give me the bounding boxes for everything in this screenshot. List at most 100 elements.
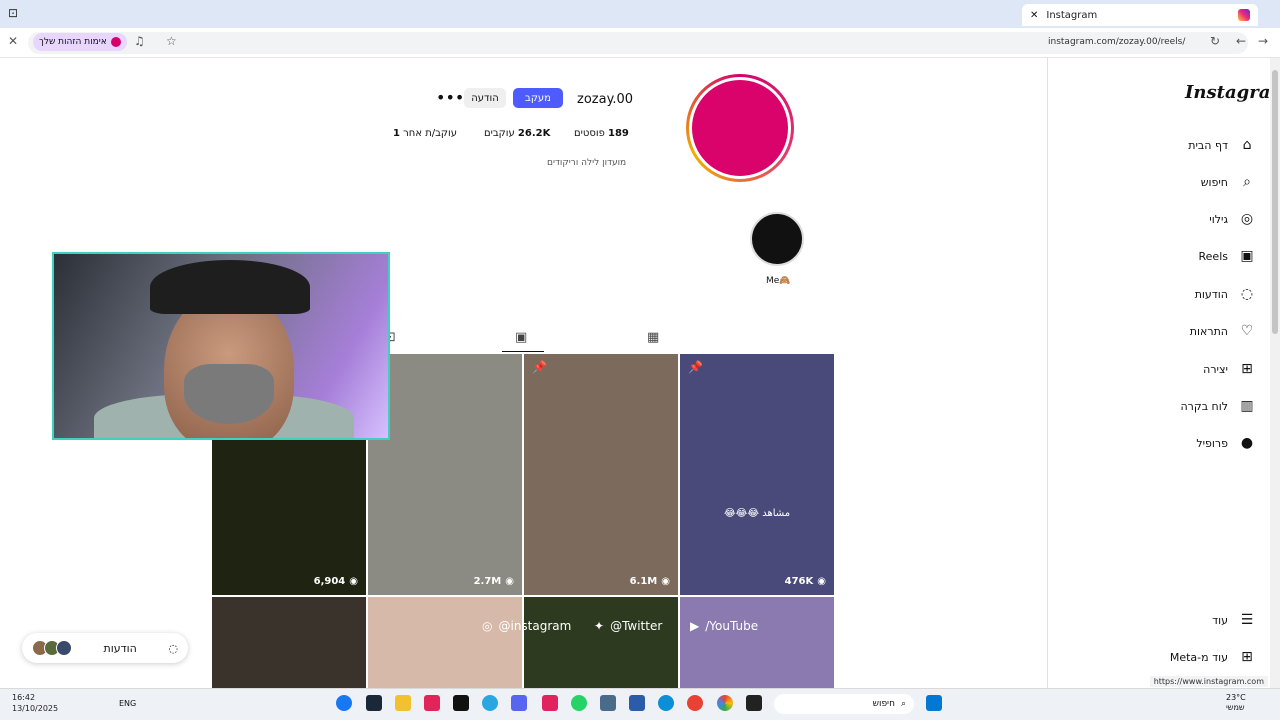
sidebar-item-7[interactable]: ▥ לוח בקרה — [1181, 397, 1257, 415]
forward-icon[interactable]: ← — [1236, 34, 1246, 48]
sidebar-item-label: Reels — [1198, 249, 1228, 263]
sidebar-item-4[interactable]: ◌ הודעות — [1195, 285, 1256, 303]
follow-button[interactable]: מעקב — [513, 88, 563, 108]
reel-tile[interactable] — [680, 597, 834, 688]
sidebar-icon: ⌕ — [1243, 174, 1251, 190]
sidebar-more[interactable]: ☰ עוד — [1212, 611, 1256, 629]
playlist-icon[interactable]: ♫ — [134, 34, 145, 48]
profile-bio: מועדון לילה וריקודים — [547, 158, 627, 168]
sidebar-icon: ◌ — [1240, 286, 1254, 302]
tiktok-studio-icon[interactable] — [424, 695, 440, 711]
profile-username: zozay.00 — [577, 92, 634, 107]
browser-tab-bar: ⊡ + ✕ Instagram — [0, 0, 1280, 28]
window-menu-icon[interactable]: ⊡ — [8, 6, 18, 20]
pin-icon: 📌 — [532, 360, 547, 374]
followers-stat[interactable]: 26.2K עוקבים — [484, 128, 550, 139]
webcam-overlay — [52, 252, 390, 440]
messenger-icon: ◌ — [168, 641, 178, 655]
sidebar-meta[interactable]: ⊞ עוד מ-Meta — [1170, 648, 1256, 666]
sidebar-item-8[interactable]: ● פרופיל — [1196, 434, 1256, 452]
apps-icon: ⊞ — [1241, 649, 1253, 665]
back-icon[interactable]: → — [1258, 34, 1268, 48]
clock-date: 13/10/2025 — [12, 704, 59, 713]
temperature: 23°C — [1226, 693, 1246, 702]
verify-label: אימות הזהות שלך — [39, 37, 107, 47]
url-text[interactable]: instagram.com/zozay.00/reels/ — [1048, 37, 1185, 47]
message-button[interactable]: הודעה — [464, 88, 506, 108]
sidebar-item-5[interactable]: ♡ התראות — [1190, 322, 1256, 340]
address-bar-row: ✕ instagram.com/zozay.00/reels/ ↻ ← → ⋮ … — [0, 28, 1280, 58]
sidebar-item-6[interactable]: ⊞ יצירה — [1203, 360, 1256, 378]
search-placeholder: חיפוש — [872, 699, 895, 709]
tab-title: Instagram — [1046, 9, 1098, 21]
store-icon[interactable] — [629, 695, 645, 711]
sidebar-item-2[interactable]: ◎ גילוי — [1209, 210, 1256, 228]
language-indicator[interactable]: ENG — [119, 699, 136, 708]
taskbar-search[interactable]: חיפוש ⌕ — [774, 694, 914, 714]
star-icon[interactable]: ☆ — [166, 34, 177, 48]
sidebar-item-label: חיפוש — [1200, 175, 1228, 189]
posts-count: 189 — [608, 128, 629, 139]
sidebar-item-1[interactable]: ⌕ חיפוש — [1201, 173, 1256, 191]
sidebar-icon: ♡ — [1240, 323, 1254, 339]
whatsapp-icon[interactable] — [571, 695, 587, 711]
sidebar-icon: ◎ — [1240, 211, 1254, 227]
instagram-logo[interactable]: Instagram — [1185, 82, 1280, 103]
reels-tab-icon[interactable]: ▣ — [515, 330, 527, 345]
reload-icon[interactable]: ↻ — [1210, 34, 1220, 48]
page-scrollbar[interactable] — [1270, 58, 1280, 688]
active-tab-indicator — [502, 351, 544, 352]
profile-avatar[interactable] — [686, 74, 794, 182]
youtube-icon: ▶ — [690, 619, 700, 633]
posts-stat[interactable]: 189 פוסטים — [574, 128, 629, 139]
view-count-value: 2.7M — [473, 576, 502, 587]
calculator-icon[interactable] — [600, 695, 616, 711]
sidebar-icon: ⊞ — [1241, 361, 1253, 377]
story-highlight[interactable] — [750, 212, 804, 266]
steam-icon[interactable] — [366, 695, 382, 711]
windows-start-icon[interactable] — [926, 695, 942, 711]
close-icon[interactable]: ✕ — [8, 34, 18, 48]
terminal-icon[interactable] — [746, 695, 762, 711]
sidebar-item-0[interactable]: ⌂ דף הבית — [1188, 136, 1256, 154]
reel-tile[interactable] — [368, 597, 522, 688]
reel-tile[interactable]: 📌 6.1M ◉ — [524, 354, 678, 595]
chrome-icon[interactable] — [717, 695, 733, 711]
app-red-icon[interactable] — [687, 695, 703, 711]
pin-icon: 📌 — [688, 360, 703, 374]
view-count: 6.1M ◉ — [630, 576, 670, 587]
more-options-icon[interactable]: ••• — [436, 88, 464, 107]
following-count: 1 — [393, 128, 400, 139]
reel-tile[interactable] — [524, 597, 678, 688]
verify-identity-pill[interactable]: אימות הזהות שלך — [33, 33, 127, 51]
edge-icon[interactable] — [658, 695, 674, 711]
scrollbar-thumb[interactable] — [1272, 70, 1278, 334]
posts-label: פוסטים — [574, 128, 605, 139]
sidebar-icon: ▣ — [1240, 248, 1254, 264]
reel-tile[interactable]: 📌 😂😂😂 مشاهد 476K ◉ — [680, 354, 834, 595]
view-count: 6,904 ◉ — [314, 576, 358, 587]
clock[interactable]: 16:42 13/10/2025 — [12, 692, 58, 714]
view-count-value: 6.1M — [629, 576, 658, 587]
facebook-icon[interactable] — [336, 695, 352, 711]
posts-grid-tab-icon[interactable]: ▦ — [647, 330, 659, 345]
reel-tile[interactable] — [212, 597, 366, 688]
reel-tile[interactable]: 2.7M ◉ — [368, 354, 522, 595]
discord-icon[interactable] — [511, 695, 527, 711]
messages-pill[interactable]: הודעות ◌ — [22, 633, 188, 663]
following-stat[interactable]: עוקב/ת אחר 1 — [393, 128, 457, 139]
app-icon[interactable] — [482, 695, 498, 711]
sidebar-item-3[interactable]: ▣ Reels — [1199, 247, 1256, 265]
sidebar-item-label: יצירה — [1203, 362, 1228, 376]
instagram-favicon-icon — [1238, 9, 1250, 21]
browser-tab[interactable]: ✕ Instagram — [1022, 4, 1258, 26]
message-avatars — [32, 640, 72, 656]
close-tab-icon[interactable]: ✕ — [1030, 10, 1038, 21]
tiktok-icon[interactable] — [453, 695, 469, 711]
folder-icon[interactable] — [395, 695, 411, 711]
weather-widget[interactable]: 23°C שמשי — [1226, 693, 1246, 713]
adobe-icon[interactable] — [542, 695, 558, 711]
sidebar-item-label: התראות — [1189, 324, 1228, 338]
eye-icon: ◉ — [349, 576, 358, 587]
status-url: https://www.instagram.com — [1149, 676, 1268, 687]
